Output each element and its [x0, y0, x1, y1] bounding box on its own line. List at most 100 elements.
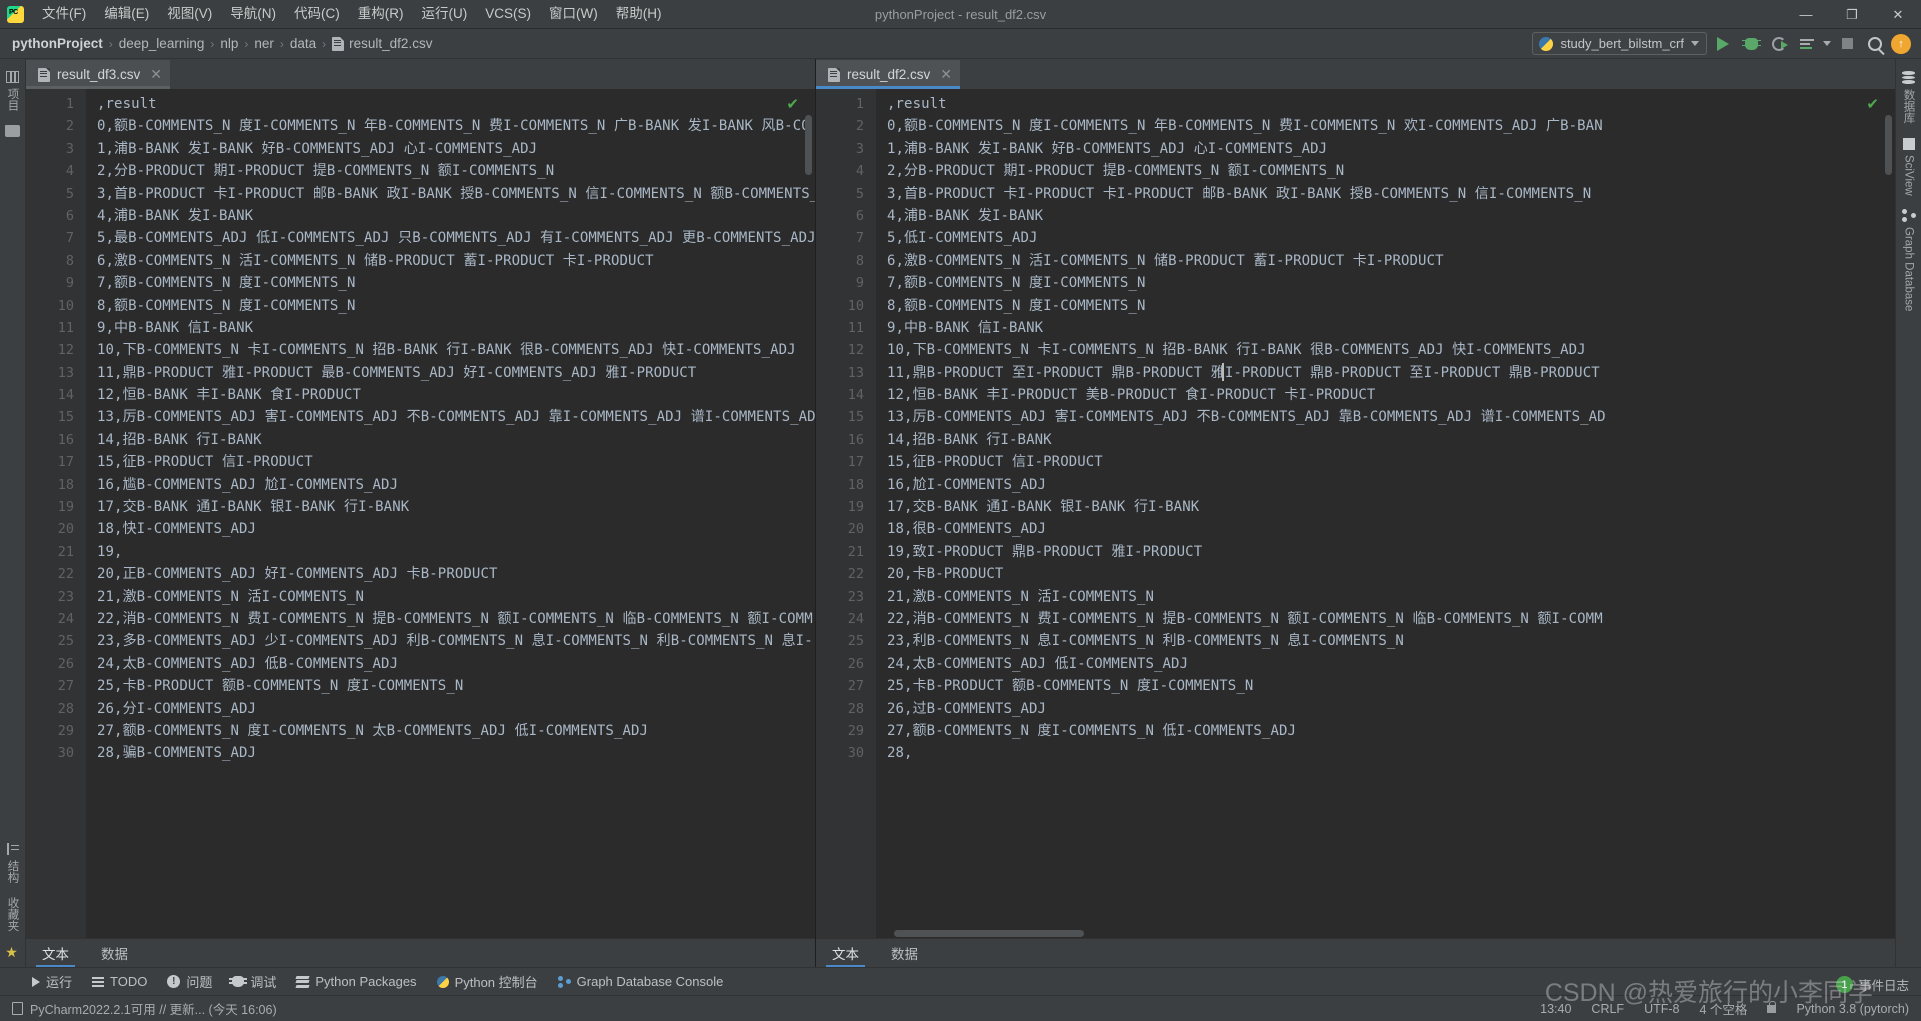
subtab-text-left[interactable]: 文本 — [26, 939, 85, 967]
close-icon[interactable]: ✕ — [940, 66, 952, 83]
inspection-ok-icon[interactable]: ✔ — [1866, 95, 1879, 113]
code-line: 3,首B-PRODUCT 卡I-PRODUCT 邮B-BANK 政I-BANK … — [97, 185, 815, 202]
editor-tab-result-df2[interactable]: result_df2.csv ✕ — [816, 60, 961, 89]
tool-window-problems[interactable]: ! 问题 — [167, 972, 212, 991]
line-number: 6 — [65, 207, 74, 224]
menu-view[interactable]: 视图(V) — [158, 1, 221, 27]
code-text-left[interactable]: ,result 0,额B-COMMENTS_N 度I-COMMENTS_N 年B… — [86, 89, 815, 938]
todo-icon — [92, 976, 105, 987]
run-with-coverage-button[interactable] — [1767, 32, 1791, 56]
tool-window-python-console[interactable]: Python 控制台 — [436, 972, 538, 991]
breadcrumb-nlp[interactable]: nlp — [220, 36, 238, 51]
line-separator[interactable]: CRLF — [1591, 1002, 1624, 1016]
line-number: 5 — [855, 185, 864, 202]
minimize-button[interactable]: — — [1783, 0, 1829, 29]
tool-window-graph-database-console[interactable]: Graph Database Console — [557, 974, 723, 989]
menu-help[interactable]: 帮助(H) — [607, 1, 671, 27]
event-log-indicator[interactable]: 1 事件日志 — [1835, 975, 1909, 994]
vertical-scrollbar-right[interactable] — [1885, 115, 1892, 175]
tool-window-debug[interactable]: 调试 — [229, 972, 276, 991]
star-icon: ★ — [4, 945, 21, 961]
lock-icon[interactable] — [1767, 1000, 1777, 1013]
close-icon[interactable]: ✕ — [150, 66, 162, 83]
tool-button-graph-database[interactable]: Graph Database — [1898, 203, 1920, 317]
line-number: 1 — [855, 96, 864, 112]
line-number: 10 — [57, 297, 74, 314]
menu-file[interactable]: 文件(F) — [33, 1, 95, 27]
debug-button[interactable] — [1739, 32, 1763, 56]
line-number: 15 — [847, 409, 864, 426]
subtab-text-right[interactable]: 文本 — [816, 939, 875, 967]
file-encoding[interactable]: UTF-8 — [1644, 1002, 1679, 1016]
code-line: 8,额B-COMMENTS_N 度I-COMMENTS_N — [97, 297, 356, 314]
code-line: 26,过B-COMMENTS_ADJ — [887, 700, 1047, 717]
code-line: 23,多B-COMMENTS_ADJ 少I-COMMENTS_ADJ 利B-CO… — [97, 633, 813, 650]
navigation-bar: pythonProject › deep_learning › nlp › ne… — [0, 29, 1921, 59]
tool-button-folder[interactable] — [1, 119, 24, 143]
indent-setting[interactable]: 4 个空格 — [1700, 999, 1748, 1018]
tool-button-project[interactable]: 项目 — [1, 65, 25, 117]
code-line: 1,浦B-BANK 发I-BANK 好B-COMMENTS_ADJ 心I-COM… — [887, 140, 1328, 157]
horizontal-scrollbar-right[interactable] — [894, 930, 1084, 937]
maximize-button[interactable]: ❐ — [1829, 0, 1875, 29]
breadcrumb-file-label: result_df2.csv — [349, 36, 433, 51]
code-line: 4,浦B-BANK 发I-BANK — [887, 207, 1044, 224]
run-button[interactable] — [1711, 32, 1735, 56]
menu-window[interactable]: 窗口(W) — [540, 1, 607, 27]
menu-code[interactable]: 代码(C) — [285, 1, 349, 27]
breadcrumb-separator: › — [322, 36, 327, 51]
line-number: 20 — [847, 521, 864, 538]
breadcrumb-file[interactable]: result_df2.csv — [332, 36, 432, 51]
main-menu: 文件(F) 编辑(E) 视图(V) 导航(N) 代码(C) 重构(R) 运行(U… — [33, 0, 671, 28]
tool-window-run[interactable]: 运行 — [32, 972, 72, 991]
menu-refactor[interactable]: 重构(R) — [349, 1, 413, 27]
run-configuration-selector[interactable]: study_bert_bilstm_crf — [1532, 32, 1707, 55]
code-line: 14,招B-BANK 行I-BANK — [97, 431, 262, 448]
breadcrumb-project[interactable]: pythonProject — [12, 36, 103, 51]
tool-button-database-label: 数据库 — [1902, 89, 1915, 124]
line-number: 6 — [855, 207, 864, 224]
status-message-area[interactable]: PyCharm2022.2.1可用 // 更新... (今天 16:06) — [12, 999, 277, 1018]
editor-content-right[interactable]: 1 2 3 4 5 6 7 8 9 10 11 12 13 14 15 16 1… — [816, 89, 1895, 938]
tool-button-sciview[interactable]: SciView — [1899, 132, 1919, 202]
tool-button-database[interactable]: 数据库 — [1897, 65, 1921, 130]
tool-button-structure[interactable]: 结构 — [1, 837, 25, 889]
menu-run[interactable]: 运行(U) — [413, 1, 477, 27]
inspection-ok-icon[interactable]: ✔ — [786, 95, 799, 113]
python-interpreter[interactable]: Python 3.8 (pytorch) — [1796, 1002, 1909, 1016]
arrow-up-icon: ↑ — [1898, 37, 1904, 50]
subtab-data-left[interactable]: 数据 — [85, 939, 144, 967]
menu-vcs[interactable]: VCS(S) — [476, 1, 540, 27]
subtab-data-right[interactable]: 数据 — [875, 939, 934, 967]
code-line: 12,恒B-BANK 丰I-BANK 食I-PRODUCT — [97, 387, 362, 404]
update-button[interactable]: ↑ — [1891, 33, 1911, 54]
csv-file-icon — [828, 67, 840, 82]
vertical-scrollbar-left[interactable] — [805, 115, 812, 175]
profile-button[interactable] — [1795, 32, 1819, 56]
code-line: 24,太B-COMMENTS_ADJ 低I-COMMENTS_ADJ — [887, 655, 1189, 672]
tool-window-todo[interactable]: TODO — [92, 974, 147, 989]
code-line: 16,尴B-COMMENTS_ADJ 尬I-COMMENTS_ADJ — [97, 476, 399, 493]
menu-edit[interactable]: 编辑(E) — [95, 1, 158, 27]
code-line: 9,中B-BANK 信I-BANK — [887, 319, 1044, 336]
breadcrumb-deep-learning[interactable]: deep_learning — [119, 36, 205, 51]
editor-content-left[interactable]: 1 2 3 4 5 6 7 8 9 10 11 12 13 14 15 16 1… — [26, 89, 815, 938]
close-button[interactable]: ✕ — [1875, 0, 1921, 29]
line-number: 8 — [65, 252, 74, 269]
caret-position[interactable]: 13:40 — [1540, 1002, 1571, 1016]
breadcrumb-ner[interactable]: ner — [254, 36, 274, 51]
chevron-down-icon[interactable] — [1823, 41, 1831, 46]
line-number: 7 — [65, 230, 74, 247]
favorites-star-button[interactable]: ★ — [1, 939, 25, 967]
search-everywhere-button[interactable] — [1863, 32, 1887, 56]
breadcrumb-data[interactable]: data — [290, 36, 316, 51]
stop-button[interactable] — [1835, 32, 1859, 56]
code-line: 22,消B-COMMENTS_N 费I-COMMENTS_N 提B-COMMEN… — [887, 610, 1603, 627]
code-line: 16,尬I-COMMENTS_ADJ — [887, 476, 1047, 493]
menu-navigate[interactable]: 导航(N) — [221, 1, 285, 27]
tool-window-python-packages[interactable]: Python Packages — [295, 974, 417, 989]
breadcrumb-separator: › — [279, 36, 284, 51]
editor-tab-result-df3[interactable]: result_df3.csv ✕ — [26, 60, 171, 89]
tool-button-favorites[interactable]: 收藏夹 — [1, 891, 25, 938]
code-text-right[interactable]: ,result 0,额B-COMMENTS_N 度I-COMMENTS_N 年B… — [876, 89, 1895, 938]
